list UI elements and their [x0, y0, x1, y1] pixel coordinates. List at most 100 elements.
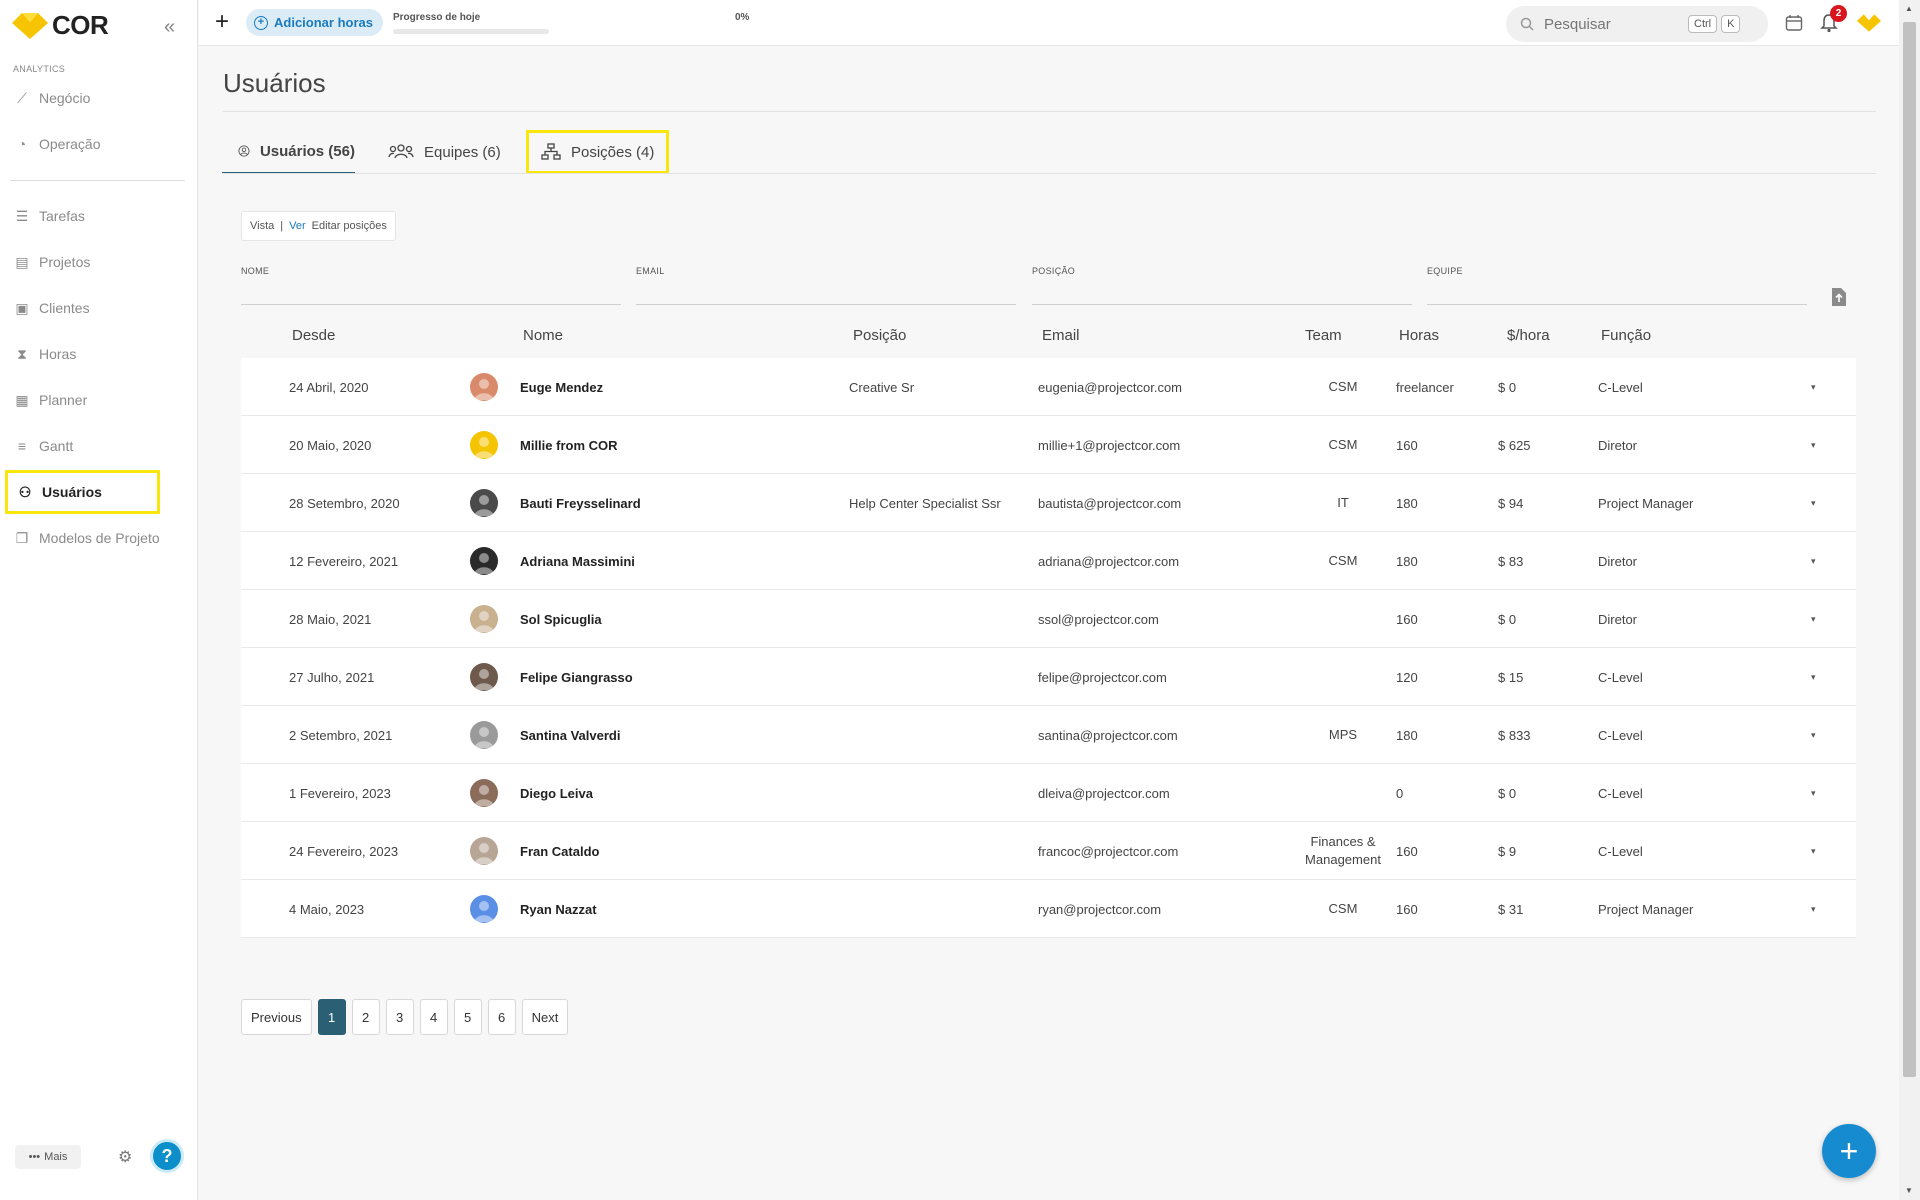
page-button[interactable]: 1 [317, 999, 346, 1035]
row-menu-icon[interactable]: ▾ [1811, 788, 1816, 799]
scroll-up-icon[interactable]: ▲ [1905, 4, 1913, 13]
cell-name[interactable]: Diego Leiva [520, 764, 593, 822]
table-row[interactable]: 28 Maio, 2021 Sol Spicuglia ssol@projectco… [241, 590, 1856, 648]
filter-team[interactable]: EQUIPE [1427, 266, 1807, 305]
tab-positions[interactable]: Posições (4) [526, 130, 670, 174]
export-file-icon[interactable] [1831, 287, 1847, 307]
table-row[interactable]: 24 Abril, 2020 Euge Mendez Creative Sr euge… [241, 358, 1856, 416]
avatar[interactable] [470, 895, 498, 923]
sidebar-item-1[interactable]: ▤ Projetos [5, 240, 185, 284]
col-role[interactable]: Função [1601, 327, 1651, 344]
logo[interactable]: COR [12, 10, 109, 41]
cell-name[interactable]: Sol Spicuglia [520, 590, 602, 648]
table-row[interactable]: 12 Fevereiro, 2021 Adriana Massimini adria… [241, 532, 1856, 590]
avatar[interactable] [470, 837, 498, 865]
sidebar-item-label: Clientes [39, 300, 90, 316]
sidebar-item-6[interactable]: ⚇ Usuários [5, 470, 160, 514]
col-since[interactable]: Desde [292, 327, 335, 344]
collapse-sidebar-icon[interactable]: « [164, 16, 175, 39]
cell-name[interactable]: Fran Cataldo [520, 822, 599, 880]
search-input[interactable] [1544, 15, 1684, 33]
col-name[interactable]: Nome [523, 327, 563, 344]
add-fab-button[interactable]: + [1822, 1124, 1876, 1178]
page-button[interactable]: 2 [351, 999, 380, 1035]
help-icon[interactable]: ? [150, 1139, 184, 1173]
row-menu-icon[interactable]: ▾ [1811, 846, 1816, 857]
col-team[interactable]: Team [1305, 327, 1342, 344]
cell-name[interactable]: Bauti Freysselinard [520, 474, 641, 532]
avatar[interactable] [470, 547, 498, 575]
avatar[interactable] [470, 373, 498, 401]
gear-icon[interactable]: ⚙ [118, 1147, 132, 1167]
table-row[interactable]: 24 Fevereiro, 2023 Fran Cataldo francoc@pr… [241, 822, 1856, 880]
filter-position-input[interactable] [1032, 304, 1412, 305]
scrollbar[interactable]: ▲ ▼ [1899, 0, 1920, 1200]
table-row[interactable]: 20 Maio, 2020 Millie from COR millie+1@pro… [241, 416, 1856, 474]
table-row[interactable]: 28 Setembro, 2020 Bauti Freysselinard Help… [241, 474, 1856, 532]
cell-name[interactable]: Adriana Massimini [520, 532, 635, 590]
filter-position[interactable]: POSIÇÃO [1032, 266, 1412, 305]
row-menu-icon[interactable]: ▾ [1811, 672, 1816, 683]
cell-name[interactable]: Ryan Nazzat [520, 880, 597, 938]
page-button[interactable]: 3 [385, 999, 414, 1035]
avatar[interactable] [470, 663, 498, 691]
cell-name[interactable]: Santina Valverdi [520, 706, 620, 764]
col-hours[interactable]: Horas [1399, 327, 1439, 344]
avatar[interactable] [470, 721, 498, 749]
col-rate[interactable]: $/hora [1507, 327, 1550, 344]
scroll-down-icon[interactable]: ▼ [1905, 1186, 1913, 1195]
cell-name[interactable]: Euge Mendez [520, 358, 603, 416]
col-email[interactable]: Email [1042, 327, 1080, 344]
sidebar-item-4[interactable]: ▦ Planner [5, 378, 185, 422]
sidebar-item-0[interactable]: ☰ Tarefas [5, 194, 185, 238]
row-menu-icon[interactable]: ▾ [1811, 382, 1816, 393]
row-menu-icon[interactable]: ▾ [1811, 730, 1816, 741]
table-row[interactable]: 2 Setembro, 2021 Santina Valverdi santina@… [241, 706, 1856, 764]
table-row[interactable]: 1 Fevereiro, 2023 Diego Leiva dleiva@proje… [241, 764, 1856, 822]
avatar[interactable] [470, 431, 498, 459]
sidebar-item-2[interactable]: ▣ Clientes [5, 286, 185, 330]
avatar[interactable] [470, 489, 498, 517]
filter-name-input[interactable] [241, 304, 621, 305]
avatar[interactable] [470, 605, 498, 633]
sidebar-item-analytics-0[interactable]: ⟋ Negócio [5, 76, 185, 120]
edit-positions-link[interactable]: Editar posições [312, 220, 387, 232]
search-box[interactable]: Ctrl K [1506, 6, 1768, 42]
add-hours-button[interactable]: + Adicionar horas [246, 9, 383, 36]
brand-mini-icon[interactable] [1857, 14, 1881, 32]
col-position[interactable]: Posição [853, 327, 906, 344]
cell-hours: freelancer [1396, 379, 1454, 395]
page-button[interactable]: 5 [453, 999, 482, 1035]
page-button[interactable]: 4 [419, 999, 448, 1035]
row-menu-icon[interactable]: ▾ [1811, 556, 1816, 567]
view-option-ver[interactable]: Ver [289, 220, 306, 232]
filter-email[interactable]: EMAIL [636, 266, 1016, 305]
filter-name[interactable]: NOME [241, 266, 621, 305]
view-option-vista[interactable]: Vista [250, 220, 274, 232]
calendar-icon[interactable] [1785, 14, 1803, 32]
filter-email-input[interactable] [636, 304, 1016, 305]
page-button[interactable]: 6 [487, 999, 516, 1035]
previous-button[interactable]: Previous [241, 999, 312, 1035]
row-menu-icon[interactable]: ▾ [1811, 498, 1816, 509]
filter-team-input[interactable] [1427, 304, 1807, 305]
sidebar-item-3[interactable]: ⧗ Horas [5, 332, 185, 376]
sidebar-item-analytics-1[interactable]: ◔ Operação [5, 122, 185, 166]
cell-name[interactable]: Millie from COR [520, 416, 618, 474]
row-menu-icon[interactable]: ▾ [1811, 614, 1816, 625]
avatar[interactable] [470, 779, 498, 807]
sidebar-item-7[interactable]: ❐ Modelos de Projeto [5, 516, 185, 560]
more-button[interactable]: ••• Mais [15, 1145, 81, 1169]
plus-icon[interactable]: + [215, 8, 229, 36]
table-row[interactable]: 27 Julho, 2021 Felipe Giangrasso felipe@pr… [241, 648, 1856, 706]
tab-users[interactable]: Usuários (56) [222, 130, 355, 174]
table-row[interactable]: 4 Maio, 2023 Ryan Nazzat ryan@projectcor.c… [241, 880, 1856, 938]
cell-hours: 160 [1396, 843, 1418, 859]
row-menu-icon[interactable]: ▾ [1811, 440, 1816, 451]
cell-name[interactable]: Felipe Giangrasso [520, 648, 633, 706]
row-menu-icon[interactable]: ▾ [1811, 904, 1816, 915]
next-button[interactable]: Next [521, 999, 569, 1035]
scroll-thumb[interactable] [1903, 22, 1916, 1077]
sidebar-item-5[interactable]: ≡ Gantt [5, 424, 185, 468]
tab-teams[interactable]: Equipes (6) [388, 130, 501, 174]
